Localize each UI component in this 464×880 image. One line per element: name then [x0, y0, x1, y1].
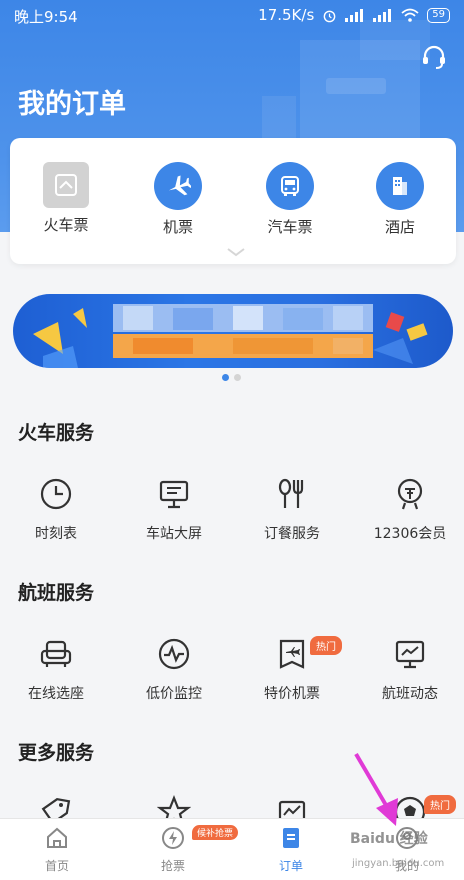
signal-icon: [345, 8, 364, 22]
alarm-icon: [323, 10, 336, 22]
pixelated-banner-content: [113, 304, 373, 360]
category-hotel[interactable]: 酒店: [360, 162, 440, 237]
plane-icon: [154, 162, 202, 210]
category-flight[interactable]: 机票: [138, 162, 218, 237]
wifi-icon: [401, 8, 419, 22]
order-category-card: 火车票 机票 汽车票 酒店: [10, 138, 456, 264]
order-icon: [283, 828, 299, 848]
ticket-icon: [272, 634, 312, 674]
service-flight-status[interactable]: 航班动态: [360, 634, 460, 703]
category-label: 机票: [162, 218, 193, 236]
watermark-url: jingyan.baidu.com: [352, 858, 445, 869]
chevron-down-icon[interactable]: [226, 242, 246, 261]
section-title-more: 更多服务: [18, 742, 95, 764]
member-icon: [390, 474, 430, 514]
hot-badge: 热门: [424, 795, 456, 814]
category-bus[interactable]: 汽车票: [250, 162, 330, 237]
customer-service-icon[interactable]: [420, 44, 448, 76]
cutlery-icon: [272, 474, 312, 514]
service-price-monitor[interactable]: 低价监控: [124, 634, 224, 703]
seat-icon: [36, 634, 76, 674]
annotation-arrow: [350, 752, 410, 836]
pagination-dot-active: [222, 374, 229, 381]
service-timetable[interactable]: 时刻表: [6, 474, 106, 543]
service-seat-selection[interactable]: 在线选座: [6, 634, 106, 703]
bus-icon: [266, 162, 314, 210]
service-meal-order[interactable]: 订餐服务: [242, 474, 342, 543]
pulse-icon: [154, 634, 194, 674]
home-icon: [47, 827, 67, 848]
page-title: 我的订单: [18, 89, 126, 120]
monitor-icon: [154, 474, 194, 514]
header-decoration: [326, 78, 386, 94]
flight-status-icon: [390, 634, 430, 674]
tab-label: 首页: [44, 859, 69, 873]
tab-orders[interactable]: 订单: [246, 825, 336, 874]
hot-badge: 热门: [310, 636, 342, 655]
hotel-icon: [376, 162, 424, 210]
service-12306-member[interactable]: 12306会员: [360, 474, 460, 543]
clock-icon: [36, 474, 76, 514]
service-label: 车站大屏: [146, 526, 202, 542]
service-label: 特价机票: [264, 686, 320, 702]
train-icon: [43, 162, 89, 208]
tab-home[interactable]: 首页: [12, 825, 102, 874]
status-right: 17.5K/s 59: [258, 6, 450, 24]
watermark-text: Baidu 经验: [350, 831, 428, 847]
battery-indicator: 59: [427, 7, 450, 23]
service-label: 时刻表: [35, 526, 77, 542]
service-station-screen[interactable]: 车站大屏: [124, 474, 224, 543]
waitlist-badge: 候补抢票: [192, 825, 239, 840]
service-label: 在线选座: [28, 686, 84, 702]
promo-banner[interactable]: [13, 294, 453, 368]
service-label: 12306会员: [373, 526, 447, 542]
category-label: 酒店: [384, 218, 415, 236]
status-bar: 晚上9:54 17.5K/s 59: [0, 0, 464, 30]
section-title-flight: 航班服务: [18, 582, 95, 604]
network-speed: 17.5K/s: [258, 6, 315, 24]
tab-label: 订单: [278, 859, 303, 873]
signal-icon: [373, 8, 392, 22]
service-label: 航班动态: [382, 686, 438, 702]
pagination-dot: [234, 374, 241, 381]
service-label: 订餐服务: [264, 526, 320, 542]
service-label: 低价监控: [146, 686, 202, 702]
status-time: 晚上9:54: [14, 8, 78, 26]
banner-pagination: [222, 374, 241, 381]
category-label: 汽车票: [267, 218, 313, 236]
category-train[interactable]: 火车票: [26, 162, 106, 235]
section-title-train: 火车服务: [18, 422, 95, 444]
tab-label: 抢票: [160, 859, 185, 873]
category-label: 火车票: [43, 216, 89, 234]
lightning-icon: [162, 827, 184, 849]
